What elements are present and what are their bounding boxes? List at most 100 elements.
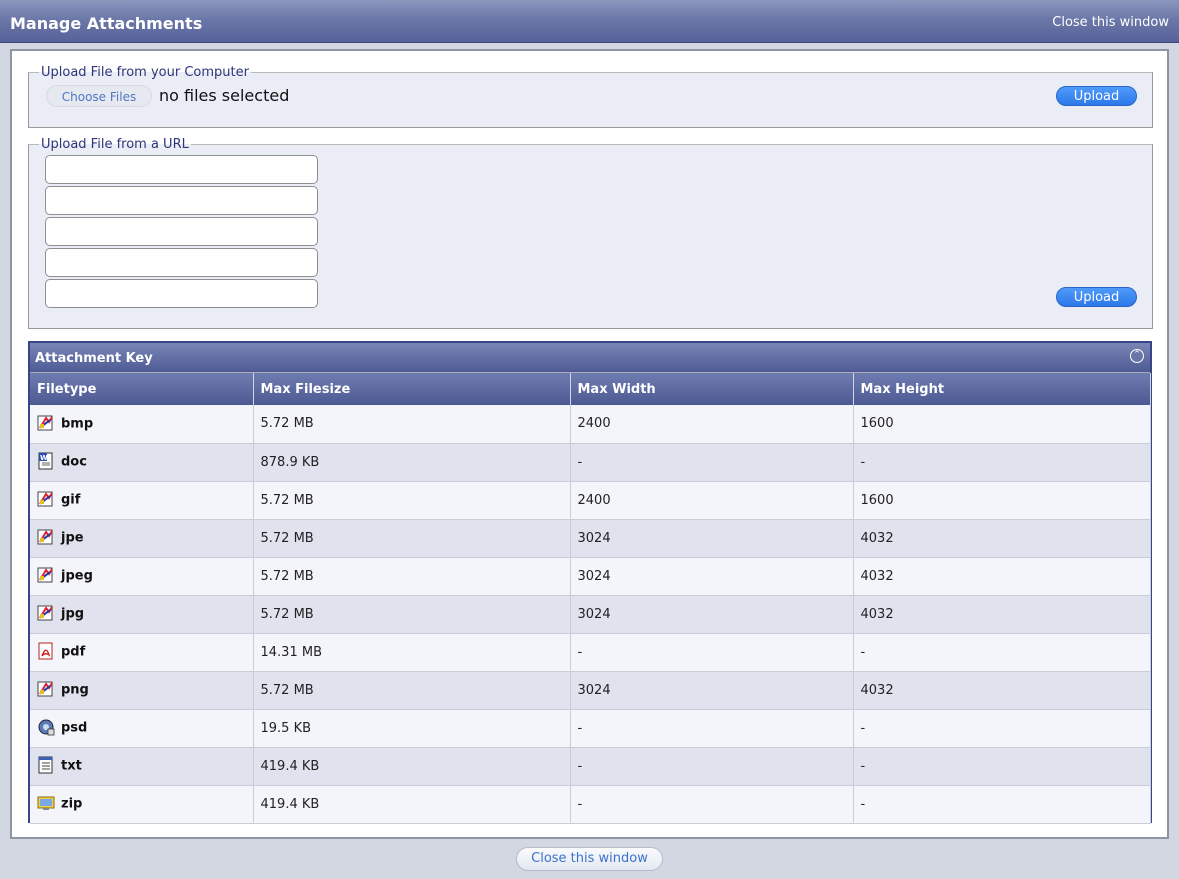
url-input-4[interactable] xyxy=(45,248,318,277)
image-icon xyxy=(37,566,55,584)
image-icon xyxy=(37,528,55,546)
upload-computer-legend: Upload File from your Computer xyxy=(41,65,249,80)
max-filesize-cell: 19.5 KB xyxy=(253,709,571,748)
max-width-cell: 2400 xyxy=(570,481,854,520)
image-icon xyxy=(37,604,55,622)
filetype-cell: gif xyxy=(30,481,254,520)
filetype-cell: png xyxy=(30,671,254,710)
image-icon xyxy=(37,414,55,432)
url-input-1[interactable] xyxy=(45,155,318,184)
max-width-cell: 2400 xyxy=(570,405,854,444)
filetype-label: psd xyxy=(61,720,88,736)
upload-computer-section: Upload File from your Computer Choose Fi… xyxy=(28,65,1153,128)
table-row: txt 419.4 KB - - xyxy=(30,747,1151,786)
url-input-5[interactable] xyxy=(45,279,318,308)
window-title: Manage Attachments xyxy=(10,14,203,33)
filetype-cell: txt xyxy=(30,747,254,786)
table-row: bmp 5.72 MB 2400 1600 xyxy=(30,405,1151,444)
table-row: jpg 5.72 MB 3024 4032 xyxy=(30,595,1151,634)
table-row: jpeg 5.72 MB 3024 4032 xyxy=(30,557,1151,596)
max-height-cell: 4032 xyxy=(853,557,1151,596)
table-row: pdf 14.31 MB - - xyxy=(30,633,1151,672)
zip-archive-icon xyxy=(37,794,55,812)
close-window-button-bottom[interactable]: Close this window xyxy=(516,847,663,871)
close-window-link-top[interactable]: Close this window xyxy=(1052,15,1169,30)
table-row: jpe 5.72 MB 3024 4032 xyxy=(30,519,1151,558)
max-width-cell: - xyxy=(570,633,854,672)
attachment-key-title: Attachment Key xyxy=(35,351,153,366)
filetype-cell: jpg xyxy=(30,595,254,634)
max-height-cell: - xyxy=(853,785,1151,824)
main-panel: Upload File from your Computer Choose Fi… xyxy=(10,49,1169,839)
filetype-cell: jpeg xyxy=(30,557,254,596)
url-input-3[interactable] xyxy=(45,217,318,246)
attachment-key-box: Attachment Key ⌃ Filetype Max Filesize M… xyxy=(28,341,1152,824)
max-filesize-cell: 5.72 MB xyxy=(253,595,571,634)
attachment-key-table: Filetype Max Filesize Max Width Max Heig… xyxy=(30,373,1151,824)
max-height-cell: 4032 xyxy=(853,671,1151,710)
max-width-cell: - xyxy=(570,443,854,482)
file-status-text: no files selected xyxy=(159,86,290,105)
max-filesize-cell: 419.4 KB xyxy=(253,785,571,824)
attachment-key-body: bmp 5.72 MB 2400 1600 Wdoc 878.9 KB - - gif 5.72 … xyxy=(30,405,1151,824)
max-width-cell: 3024 xyxy=(570,519,854,558)
max-height-cell: - xyxy=(853,747,1151,786)
max-width-cell: 3024 xyxy=(570,595,854,634)
pdf-icon xyxy=(37,642,55,660)
image-icon xyxy=(37,680,55,698)
filetype-label: jpe xyxy=(61,530,84,546)
max-filesize-cell: 5.72 MB xyxy=(253,481,571,520)
max-width-cell: 3024 xyxy=(570,557,854,596)
max-width-cell: - xyxy=(570,709,854,748)
max-filesize-cell: 14.31 MB xyxy=(253,633,571,672)
max-height-cell: - xyxy=(853,709,1151,748)
max-filesize-cell: 5.72 MB xyxy=(253,405,571,444)
filetype-cell: psd xyxy=(30,709,254,748)
filetype-label: pdf xyxy=(61,644,86,660)
upload-url-section: Upload File from a URL Upload xyxy=(28,137,1153,329)
table-row: psd 19.5 KB - - xyxy=(30,709,1151,748)
max-filesize-cell: 5.72 MB xyxy=(253,671,571,710)
window-titlebar: Manage Attachments Close this window xyxy=(0,0,1179,43)
max-height-cell: - xyxy=(853,443,1151,482)
column-header-max-width: Max Width xyxy=(570,373,854,405)
url-input-2[interactable] xyxy=(45,186,318,215)
filetype-cell: bmp xyxy=(30,405,254,444)
attachment-key-header: Attachment Key ⌃ xyxy=(30,343,1150,373)
column-header-max-height: Max Height xyxy=(853,373,1151,405)
filetype-label: png xyxy=(61,682,89,698)
table-row: Wdoc 878.9 KB - - xyxy=(30,443,1151,482)
word-document-icon: W xyxy=(37,452,55,470)
max-width-cell: - xyxy=(570,747,854,786)
filetype-cell: pdf xyxy=(30,633,254,672)
filetype-cell: zip xyxy=(30,785,254,824)
table-header-row: Filetype Max Filesize Max Width Max Heig… xyxy=(30,373,1151,405)
choose-files-button[interactable]: Choose Files xyxy=(46,85,152,107)
psd-icon xyxy=(37,718,55,736)
max-height-cell: 1600 xyxy=(853,405,1151,444)
filetype-label: doc xyxy=(61,454,87,470)
text-file-icon xyxy=(37,756,55,774)
max-filesize-cell: 878.9 KB xyxy=(253,443,571,482)
column-header-filetype: Filetype xyxy=(30,373,254,405)
filetype-label: jpg xyxy=(61,606,85,622)
filetype-cell: Wdoc xyxy=(30,443,254,482)
max-width-cell: - xyxy=(570,785,854,824)
table-row: png 5.72 MB 3024 4032 xyxy=(30,671,1151,710)
collapse-icon[interactable]: ⌃ xyxy=(1130,349,1144,363)
upload-url-button[interactable]: Upload xyxy=(1056,287,1137,307)
filetype-label: txt xyxy=(61,758,82,774)
column-header-max-filesize: Max Filesize xyxy=(253,373,571,405)
image-icon xyxy=(37,490,55,508)
filetype-cell: jpe xyxy=(30,519,254,558)
svg-text:W: W xyxy=(40,454,48,462)
filetype-label: jpeg xyxy=(61,568,93,584)
upload-computer-button[interactable]: Upload xyxy=(1056,86,1137,106)
max-filesize-cell: 5.72 MB xyxy=(253,519,571,558)
max-filesize-cell: 419.4 KB xyxy=(253,747,571,786)
max-height-cell: 1600 xyxy=(853,481,1151,520)
max-height-cell: - xyxy=(853,633,1151,672)
filetype-label: zip xyxy=(61,796,83,812)
filetype-label: bmp xyxy=(61,416,94,432)
max-width-cell: 3024 xyxy=(570,671,854,710)
